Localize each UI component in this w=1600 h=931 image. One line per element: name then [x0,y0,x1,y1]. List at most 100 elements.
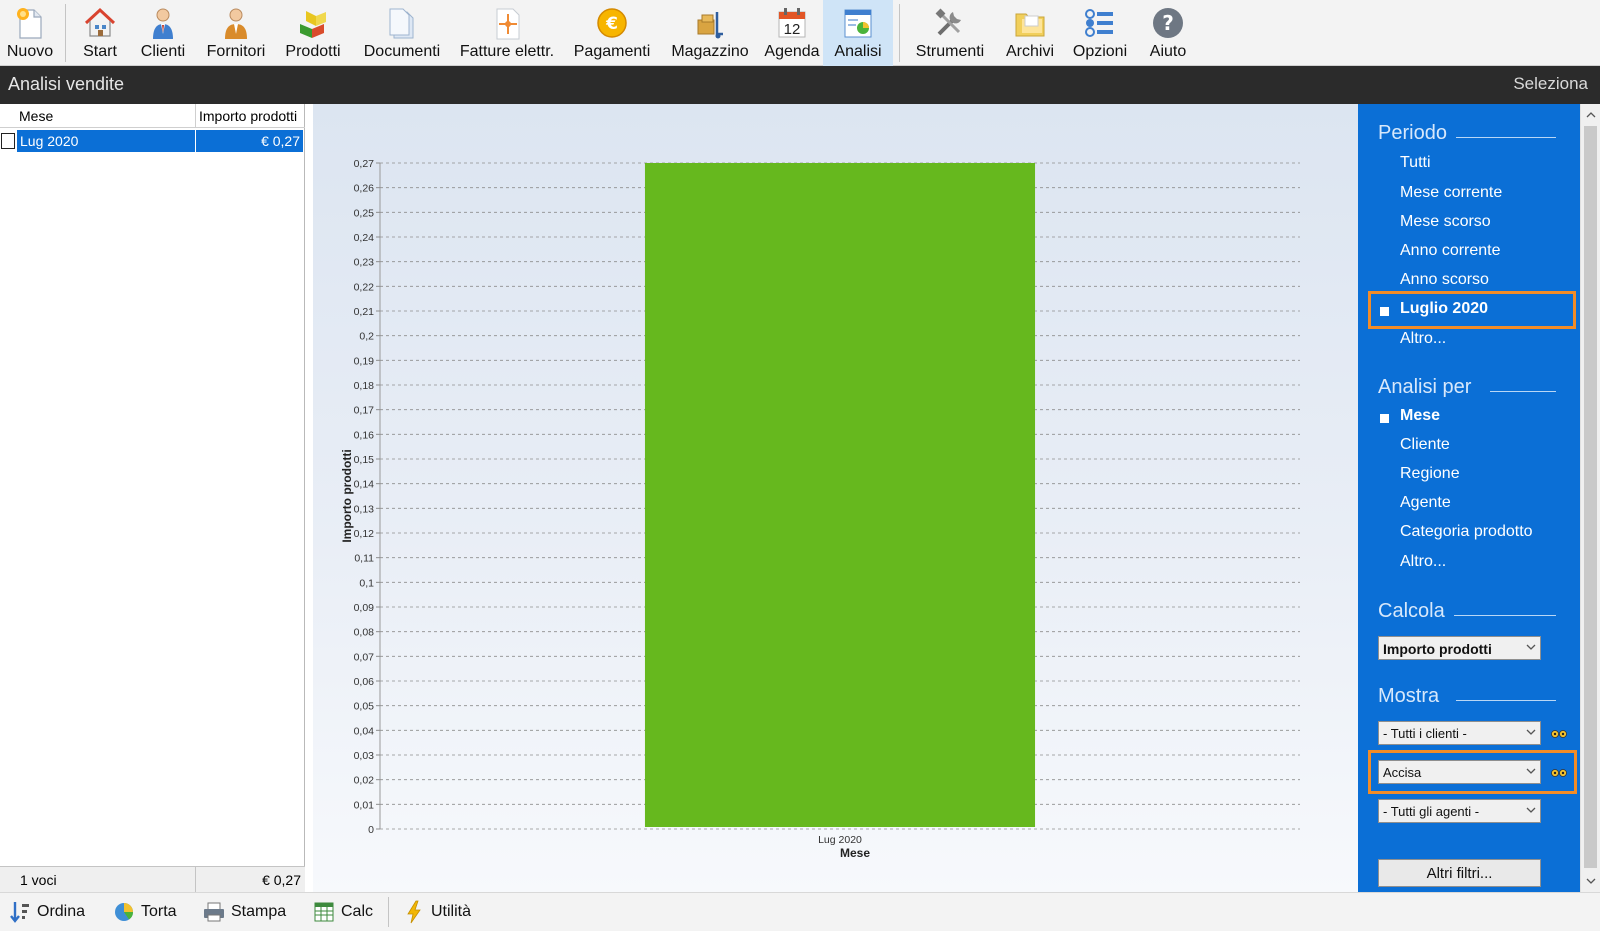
analisi-option-cliente[interactable]: Cliente [1400,436,1450,454]
chevron-down-icon [1526,729,1536,735]
toolbar-label: Agenda [764,43,820,60]
periodo-option-tutti[interactable]: Tutti [1400,154,1431,172]
y-tick-label: 0,12 [354,528,375,540]
toolbar-label: Fornitori [206,43,266,60]
svg-text:€: € [605,14,618,34]
analisi-option-mese[interactable]: Mese [1400,407,1440,425]
vertical-scrollbar[interactable] [1580,104,1600,892]
calc-spreadsheet-icon [312,900,336,924]
calcola-select[interactable]: Importo prodotti [1378,636,1541,660]
toolbar-button-prodotti[interactable]: Prodotti [278,0,348,66]
periodo-option-anno-scorso[interactable]: Anno scorso [1400,271,1489,289]
y-tick-label: 0,27 [354,158,375,170]
periodo-option-anno-corrente[interactable]: Anno corrente [1400,242,1501,260]
view-filter-icon[interactable] [1550,729,1568,739]
altri-filtri-button[interactable]: Altri filtri... [1378,859,1541,887]
periodo-option-altro[interactable]: Altro... [1400,330,1446,348]
toolbar-button-documenti[interactable]: Documenti [360,0,444,66]
toolbar-button-pagamenti[interactable]: € Pagamenti [570,0,654,66]
toolbar-label: Clienti [140,43,186,60]
y-tick-label: 0,22 [354,281,375,293]
toolbar-label: Aiuto [1149,43,1187,60]
new-document-icon [13,6,47,40]
analisi-option-regione[interactable]: Regione [1400,465,1460,483]
toolbar-button-magazzino[interactable]: Magazzino [668,0,752,66]
y-tick-label: 0,2 [359,331,374,343]
section-title-mostra: Mostra [1378,685,1440,707]
toolbar-button-archivi[interactable]: Archivi [1000,0,1060,66]
column-header-importo[interactable]: Importo prodotti [199,108,303,124]
chevron-down-icon [1526,807,1536,813]
section-divider [1490,391,1556,392]
utilita-label: Utilità [431,903,472,920]
title-bar: Analisi vendite Seleziona [0,66,1600,104]
bottom-separator [388,897,389,927]
options-list-icon [1083,6,1117,40]
toolbar-label: Strumenti [915,43,985,60]
periodo-option-mese-corrente[interactable]: Mese corrente [1400,184,1502,202]
agenti-filter-select[interactable]: - Tutti gli agenti - [1378,799,1541,823]
analysis-chart-icon [841,6,875,40]
y-tick-label: 0,17 [354,405,375,417]
chevron-down-icon [1526,644,1536,650]
toolbar-button-analisi[interactable]: Analisi [823,0,893,66]
torta-label: Torta [141,903,177,920]
toolbar-button-start[interactable]: Start [72,0,128,66]
chevron-down-icon [1586,878,1596,884]
scroll-down-button[interactable] [1581,872,1600,890]
scroll-thumb[interactable] [1584,126,1597,868]
toolbar-button-agenda[interactable]: 12 Agenda [760,0,824,66]
main-toolbar: Nuovo Start Clienti Fornitori Prodotti D… [0,0,1600,66]
calc-button[interactable]: Calc [312,893,373,931]
y-tick-label: 0,06 [354,676,375,688]
y-tick-label: 0,03 [354,750,375,762]
highlight-box [1368,750,1577,794]
toolbar-button-nuovo[interactable]: Nuovo [2,0,58,66]
column-header-mese[interactable]: Mese [19,108,53,124]
toolbar-button-aiuto[interactable]: ? Aiuto [1140,0,1196,66]
toolbar-button-fornitori[interactable]: Fornitori [200,0,272,66]
scroll-up-button[interactable] [1581,106,1600,124]
clienti-filter-select[interactable]: - Tutti i clienti - [1378,721,1541,745]
stampa-button[interactable]: Stampa [202,893,286,931]
seleziona-link[interactable]: Seleziona [1513,74,1588,94]
row-checkbox[interactable] [1,133,15,149]
x-axis-ticks: Lug 2020 [818,834,862,846]
warehouse-icon [693,6,727,40]
y-tick-label: 0,11 [354,553,374,565]
cell-mese[interactable]: Lug 2020 [17,130,195,152]
table-row[interactable]: Lug 2020 € 0,27 [0,130,305,152]
y-axis-label: Importo prodotti [340,449,354,542]
bar-chart: 0 0,01 0,02 0,03 0,04 0,05 0,06 0,07 0,08 0,09 0,1… [340,158,1300,860]
y-tick-label: 0,02 [354,775,375,787]
tools-icon [933,6,967,40]
selected-bullet [1380,414,1389,423]
analisi-option-agente[interactable]: Agente [1400,494,1451,512]
torta-button[interactable]: Torta [112,893,177,931]
euro-coin-icon: € [595,6,629,40]
products-icon [296,6,330,40]
toolbar-button-opzioni[interactable]: Opzioni [1068,0,1132,66]
supplier-icon [219,6,253,40]
ordina-button[interactable]: Ordina [8,893,85,931]
calc-label: Calc [341,903,374,920]
toolbar-button-clienti[interactable]: Clienti [135,0,191,66]
toolbar-button-fatture-elettroniche[interactable]: Fatture elettr. [455,0,559,66]
bottom-toolbar: Ordina Torta Stampa Calc Utilità [0,892,1600,931]
periodo-option-mese-scorso[interactable]: Mese scorso [1400,213,1491,231]
y-tick-label: 0,18 [354,380,375,392]
cell-importo[interactable]: € 0,27 [196,130,303,152]
documents-icon [385,6,419,40]
bar-0[interactable] [644,163,1036,827]
grid-footer: 1 voci € 0,27 [0,866,305,893]
ordina-label: Ordina [37,903,86,920]
chart-bars [644,163,1036,827]
analisi-option-altro[interactable]: Altro... [1400,553,1446,571]
y-tick-label: 0,25 [354,207,375,219]
svg-text:12: 12 [784,21,801,38]
utilita-button[interactable]: Utilità [402,893,471,931]
analisi-option-categoria-prodotto[interactable]: Categoria prodotto [1400,523,1533,541]
stampa-label: Stampa [231,903,287,920]
chevron-up-icon [1586,112,1596,118]
toolbar-button-strumenti[interactable]: Strumenti [908,0,992,66]
